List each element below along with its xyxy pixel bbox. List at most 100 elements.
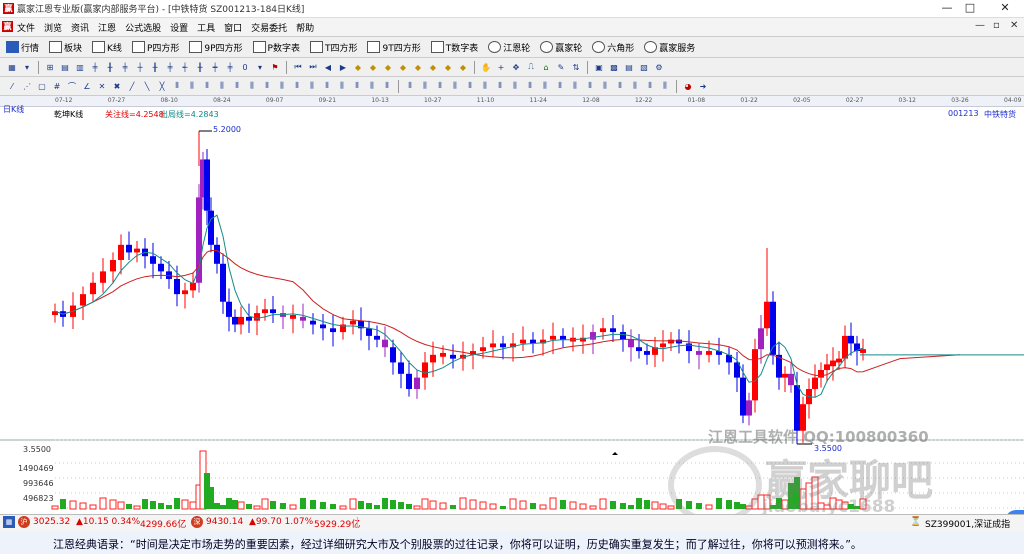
ohlc-icon[interactable]: ╪ (119, 61, 131, 73)
bars-tool-icon[interactable]: ⦀ (261, 80, 273, 92)
menu-item[interactable]: 公式选股 (125, 21, 161, 34)
bars-tool-icon[interactable]: ⦀ (171, 80, 183, 92)
menu-item[interactable]: 资讯 (71, 21, 89, 34)
bars-tool-icon[interactable]: ⦀ (291, 80, 303, 92)
diamond-icon[interactable]: ◆ (382, 61, 394, 73)
candle-icon[interactable]: ╪ (224, 61, 236, 73)
toolbar-button[interactable]: 9T四方形 (367, 41, 421, 54)
toolbar-button[interactable]: 行情 (6, 41, 39, 54)
menu-item[interactable]: 文件 (17, 21, 35, 34)
menu-item[interactable]: 浏览 (44, 21, 62, 34)
bars-tool-icon[interactable]: ⫼ (629, 80, 641, 92)
bars-tool-icon[interactable]: ⫼ (419, 80, 431, 92)
menu-item[interactable]: 工具 (197, 21, 215, 34)
mdi-close-button[interactable]: ✕ (1010, 20, 1018, 31)
bars-tool-icon[interactable]: ⫼ (306, 80, 318, 92)
app-menu-icon[interactable]: 赢 (2, 21, 13, 32)
fan-tool-icon[interactable]: ⋰ (21, 80, 33, 92)
bars-tool-icon[interactable]: ⦀ (524, 80, 536, 92)
box-tool-icon[interactable]: ▢ (36, 80, 48, 92)
bars-tool-icon[interactable]: ⫼ (509, 80, 521, 92)
bars-tool-icon[interactable]: ⫼ (246, 80, 258, 92)
angle-tool-icon[interactable]: ∠ (81, 80, 93, 92)
menu-item[interactable]: 窗口 (224, 21, 242, 34)
candle-icon[interactable]: ╫ (194, 61, 206, 73)
line-tool-icon[interactable]: ╳ (156, 80, 168, 92)
toolbar-button[interactable]: 9P四方形 (189, 41, 243, 54)
list-icon[interactable]: ▤ (623, 61, 635, 73)
table-icon[interactable]: ▤ (59, 61, 71, 73)
bars-tool-icon[interactable]: ⫼ (449, 80, 461, 92)
bars-tool-icon[interactable]: ⦀ (381, 80, 393, 92)
bars-tool-icon[interactable]: ⦀ (614, 80, 626, 92)
tools-icon[interactable]: ⚙ (653, 61, 665, 73)
bars-tool-icon[interactable]: ⦀ (404, 80, 416, 92)
last-icon[interactable]: ⏭ (307, 61, 319, 73)
bar-chart-icon[interactable]: ▥ (74, 61, 86, 73)
toolbar-button[interactable]: P数字表 (252, 41, 300, 54)
menu-item[interactable]: 帮助 (296, 21, 314, 34)
close-button[interactable]: ✕ (990, 0, 1020, 16)
ohlc-icon[interactable]: ╪ (89, 61, 101, 73)
dropdown-icon[interactable]: ▾ (21, 61, 33, 73)
bars-tool-icon[interactable]: ⫼ (569, 80, 581, 92)
first-icon[interactable]: ⏮ (292, 61, 304, 73)
toolbar-button[interactable]: T数字表 (430, 41, 478, 54)
bars-tool-icon[interactable]: ⦀ (231, 80, 243, 92)
bars-tool-icon[interactable]: ⫼ (186, 80, 198, 92)
flag-icon[interactable]: ⚑ (269, 61, 281, 73)
kline-chart-area[interactable]: 日K线 乾坤K线 关注线=4.2548 出局线=4.2843 001213 中铁… (0, 104, 1024, 532)
diamond-icon[interactable]: ◆ (412, 61, 424, 73)
bars-tool-icon[interactable]: ⦀ (434, 80, 446, 92)
bars-tool-icon[interactable]: ⦀ (201, 80, 213, 92)
crosshair-icon[interactable]: + (495, 61, 507, 73)
forward-tool-icon[interactable]: ➜ (697, 80, 709, 92)
window-icon[interactable]: ▣ (593, 61, 605, 73)
menu-item[interactable]: 江恩 (98, 21, 116, 34)
maximize-button[interactable]: □ (955, 0, 985, 16)
calc-icon[interactable]: ▩ (608, 61, 620, 73)
bars-tool-icon[interactable]: ⫼ (539, 80, 551, 92)
cross-tool-icon[interactable]: ✖ (111, 80, 123, 92)
bars-tool-icon[interactable]: ⫼ (276, 80, 288, 92)
bars-tool-icon[interactable]: ⫼ (336, 80, 348, 92)
status-grid-icon[interactable]: ▦ (3, 516, 15, 528)
bars-tool-icon[interactable]: ⫼ (479, 80, 491, 92)
bars-tool-icon[interactable]: ⦀ (584, 80, 596, 92)
bars-tool-icon[interactable]: ⫼ (366, 80, 378, 92)
line-tool-icon[interactable]: ╱ (126, 80, 138, 92)
compare-icon[interactable]: ⇅ (570, 61, 582, 73)
diamond-icon[interactable]: ◆ (457, 61, 469, 73)
prev-icon[interactable]: ◀ (322, 61, 334, 73)
toolbar-button[interactable]: P四方形 (131, 41, 179, 54)
toolbar-button[interactable]: 六角形 (592, 41, 634, 54)
zero-icon[interactable]: 0 (239, 61, 251, 73)
toolbar-button[interactable]: 赢家轮 (540, 41, 582, 54)
bars-tool-icon[interactable]: ⦀ (644, 80, 656, 92)
wheel-tool-icon[interactable]: ◕ (682, 80, 694, 92)
toolbar-button[interactable]: T四方形 (309, 41, 357, 54)
menu-item[interactable]: 交易委托 (251, 21, 287, 34)
menu-item[interactable]: 设置 (170, 21, 188, 34)
bars-tool-icon[interactable]: ⦀ (351, 80, 363, 92)
next-icon[interactable]: ▶ (337, 61, 349, 73)
period-label[interactable]: 日K线 (3, 104, 24, 115)
diamond-icon[interactable]: ◆ (397, 61, 409, 73)
ohlc-icon[interactable]: ┼ (134, 61, 146, 73)
diamond-icon[interactable]: ◆ (352, 61, 364, 73)
ohlc-icon[interactable]: ╫ (104, 61, 116, 73)
bars-tool-icon[interactable]: ⦀ (494, 80, 506, 92)
chart-icon[interactable]: ⎍ (525, 61, 537, 73)
candle-icon[interactable]: ┽ (179, 61, 191, 73)
bars-tool-icon[interactable]: ⫼ (599, 80, 611, 92)
candle-icon[interactable]: ⊞ (44, 61, 56, 73)
bars-tool-icon[interactable]: ⦀ (321, 80, 333, 92)
line-tool-icon[interactable]: ╲ (141, 80, 153, 92)
candle-icon[interactable]: ╪ (164, 61, 176, 73)
toolbar-button[interactable]: 赢家服务 (644, 41, 695, 54)
doc-icon[interactable]: ▧ (638, 61, 650, 73)
tag-icon[interactable]: ⌂ (540, 61, 552, 73)
grid-tool-icon[interactable]: # (51, 80, 63, 92)
hand-icon[interactable]: ✋ (480, 61, 492, 73)
bars-tool-icon[interactable]: ⫼ (216, 80, 228, 92)
